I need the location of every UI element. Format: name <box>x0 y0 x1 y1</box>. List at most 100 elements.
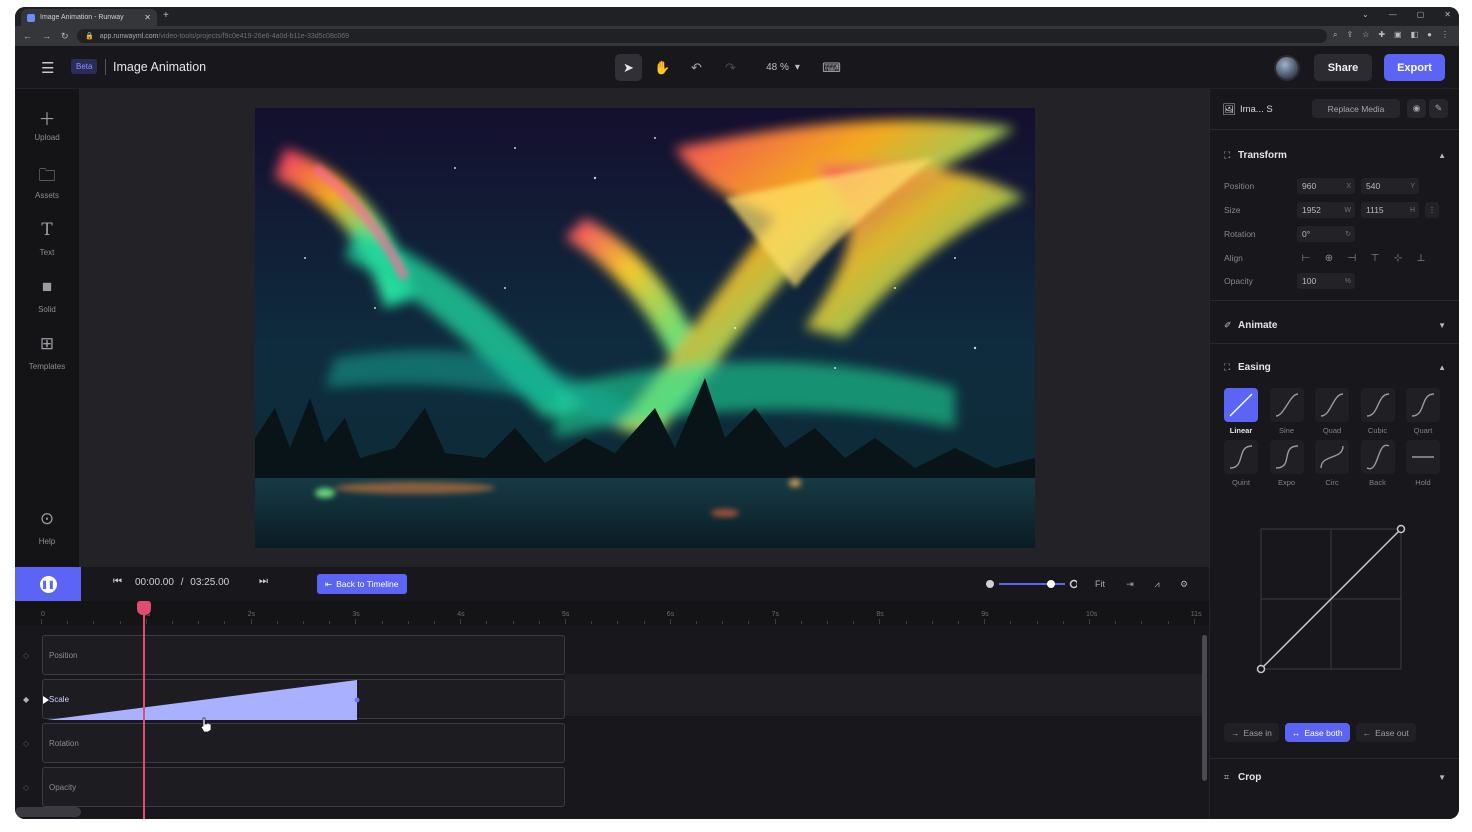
track-opacity[interactable]: Opacity <box>42 767 565 807</box>
ease-out-button[interactable]: ← Ease out <box>1355 723 1416 742</box>
align-center-h-icon[interactable]: ⊕ <box>1320 250 1338 266</box>
track-rotation[interactable]: Rotation <box>42 723 565 763</box>
position-x-input[interactable]: 960 X <box>1297 178 1355 194</box>
position-y-input[interactable]: 540 Y <box>1361 178 1419 194</box>
align-bottom-icon[interactable]: ⊥ <box>1412 250 1430 266</box>
edit-button[interactable]: ✎ <box>1429 99 1448 118</box>
size-height-input[interactable]: 1115 H <box>1361 202 1419 218</box>
keyframe-toggle-icon[interactable]: ◇ <box>23 651 29 660</box>
rotation-input[interactable]: 0° ↻ <box>1297 226 1355 242</box>
search-icon[interactable]: ⌕ <box>1333 30 1337 40</box>
easing-option-expo[interactable]: Expo <box>1269 440 1305 487</box>
keyframe-toggle-icon[interactable]: ◇ <box>23 739 29 748</box>
reload-icon[interactable]: ↻ <box>61 31 69 42</box>
play-pause-button[interactable]: ❚❚ <box>15 567 81 601</box>
align-left-icon[interactable]: ⊢ <box>1297 250 1315 266</box>
canvas-area[interactable] <box>79 89 1209 567</box>
puzzle-icon[interactable]: ▣ <box>1394 30 1402 40</box>
easing-option-sine[interactable]: Sine <box>1269 388 1305 435</box>
sidepanel-icon[interactable]: ◧ <box>1411 30 1419 40</box>
menu-dots-icon[interactable]: ⋮ <box>1441 30 1449 40</box>
easing-option-linear[interactable]: Linear <box>1223 388 1259 435</box>
back-to-timeline-button[interactable]: ⇤ Back to Timeline <box>317 574 407 594</box>
easing-option-back[interactable]: Back <box>1360 440 1396 487</box>
keyframe-toggle-icon[interactable]: ◆ <box>23 695 29 704</box>
sidebar-item-assets[interactable]: 🗀 Assets <box>15 163 79 200</box>
skip-back-icon[interactable]: ⏮ <box>113 576 122 587</box>
easing-option-quint[interactable]: Quint <box>1223 440 1259 487</box>
export-button[interactable]: Export <box>1384 54 1445 81</box>
browser-tab[interactable]: Image Animation - Runway ✕ <box>21 9 157 26</box>
scale-keyframe-ramp[interactable] <box>43 680 566 720</box>
settings-gear-icon[interactable]: ⚙ <box>1174 575 1194 593</box>
new-tab-icon[interactable]: + <box>163 10 169 21</box>
ease-both-button[interactable]: ↔ Ease both <box>1284 723 1350 742</box>
address-bar[interactable]: 🔒 app.runwayml.com /video-tools/projects… <box>77 29 1327 43</box>
animate-section-header[interactable]: ✐ Animate ▼ <box>1224 317 1446 333</box>
user-avatar[interactable] <box>1274 55 1300 81</box>
link-aspect-button[interactable]: ⋮ <box>1425 202 1439 218</box>
size-width-input[interactable]: 1952 W <box>1297 202 1355 218</box>
easing-section-header[interactable]: ⛶ Easing ▲ <box>1224 359 1446 375</box>
fit-button[interactable]: Fit <box>1090 575 1110 593</box>
skip-forward-icon[interactable]: ⏭ <box>259 576 268 587</box>
easing-option-quart[interactable]: Quart <box>1405 388 1441 435</box>
extension-icon[interactable]: ✚ <box>1378 30 1385 40</box>
waveform-icon[interactable]: ⩘ <box>1147 575 1167 593</box>
share-page-icon[interactable]: ⇪ <box>1346 30 1353 40</box>
profile-icon[interactable]: ● <box>1427 30 1432 40</box>
forward-arrow-icon[interactable]: → <box>42 31 51 42</box>
horizontal-scrollbar[interactable] <box>15 807 81 817</box>
zoom-dropdown[interactable]: 48 % ▾ <box>755 54 811 81</box>
playhead-line[interactable] <box>143 605 145 819</box>
ruler-tick-mark <box>355 619 357 624</box>
align-top-icon[interactable]: ⊤ <box>1366 250 1384 266</box>
select-tool-button[interactable]: ➤ <box>615 54 642 81</box>
close-tab-icon[interactable]: ✕ <box>144 13 151 22</box>
redo-button[interactable]: ↷ <box>717 54 744 81</box>
project-title[interactable]: Image Animation <box>113 60 206 74</box>
visibility-button[interactable]: ◉ <box>1407 99 1426 118</box>
timeline-ruler[interactable]: 01s2s3s4s5s6s7s8s9s10s11s <box>15 601 1209 625</box>
align-right-icon[interactable]: ⊣ <box>1343 250 1361 266</box>
easing-option-quad[interactable]: Quad <box>1314 388 1350 435</box>
chevron-down-icon[interactable]: ⌄ <box>1362 10 1369 19</box>
align-center-v-icon[interactable]: ⊹ <box>1389 250 1407 266</box>
easing-option-circ[interactable]: Circ <box>1314 440 1350 487</box>
sidebar-item-solid[interactable]: ■ Solid <box>15 277 79 314</box>
track-scale[interactable]: Scale <box>42 679 566 720</box>
keyboard-shortcuts-button[interactable]: ⌨ <box>818 54 845 81</box>
star-icon[interactable]: ☆ <box>1362 30 1369 40</box>
section-title: Crop <box>1238 771 1262 783</box>
minimize-icon[interactable]: — <box>1389 10 1397 19</box>
hand-tool-button[interactable]: ✋ <box>649 54 676 81</box>
easing-option-hold[interactable]: Hold <box>1405 440 1441 487</box>
hamburger-menu-icon[interactable]: ☰ <box>41 59 54 77</box>
ease-in-button[interactable]: → Ease in <box>1224 723 1279 742</box>
vertical-scrollbar[interactable] <box>1202 635 1207 781</box>
maximize-icon[interactable]: ▢ <box>1417 10 1425 19</box>
transform-section-header[interactable]: ⛶ Transform ▲ <box>1224 147 1446 163</box>
opacity-input[interactable]: 100% <box>1297 273 1355 289</box>
aurora-image[interactable] <box>255 108 1035 548</box>
total-time: 03:25.00 <box>190 577 230 588</box>
share-button[interactable]: Share <box>1314 54 1372 81</box>
crop-section-header[interactable]: ⌗ Crop ▼ <box>1224 769 1446 785</box>
undo-button[interactable]: ↶ <box>683 54 710 81</box>
timeline-zoom-slider[interactable] <box>985 576 1077 592</box>
close-window-icon[interactable]: ✕ <box>1444 10 1451 19</box>
replace-media-button[interactable]: Replace Media <box>1312 99 1400 118</box>
track-position[interactable]: Position <box>42 635 565 675</box>
keyframe-toggle-icon[interactable]: ◇ <box>23 783 29 792</box>
split-icon[interactable]: ⇥ <box>1120 575 1140 593</box>
sidebar-item-upload[interactable]: ＋ Upload <box>15 105 79 142</box>
easing-quart-icon <box>1406 388 1440 422</box>
easing-option-cubic[interactable]: Cubic <box>1360 388 1396 435</box>
easing-back-icon <box>1360 440 1395 474</box>
sidebar-item-templates[interactable]: ⊞ Templates <box>15 334 79 371</box>
easing-curve-graph[interactable] <box>1251 519 1411 679</box>
sidebar-item-help[interactable]: ⊙ Help <box>15 509 79 546</box>
back-arrow-icon[interactable]: ← <box>23 31 32 42</box>
playhead-handle[interactable] <box>137 601 151 615</box>
sidebar-item-text[interactable]: T Text <box>15 220 79 257</box>
